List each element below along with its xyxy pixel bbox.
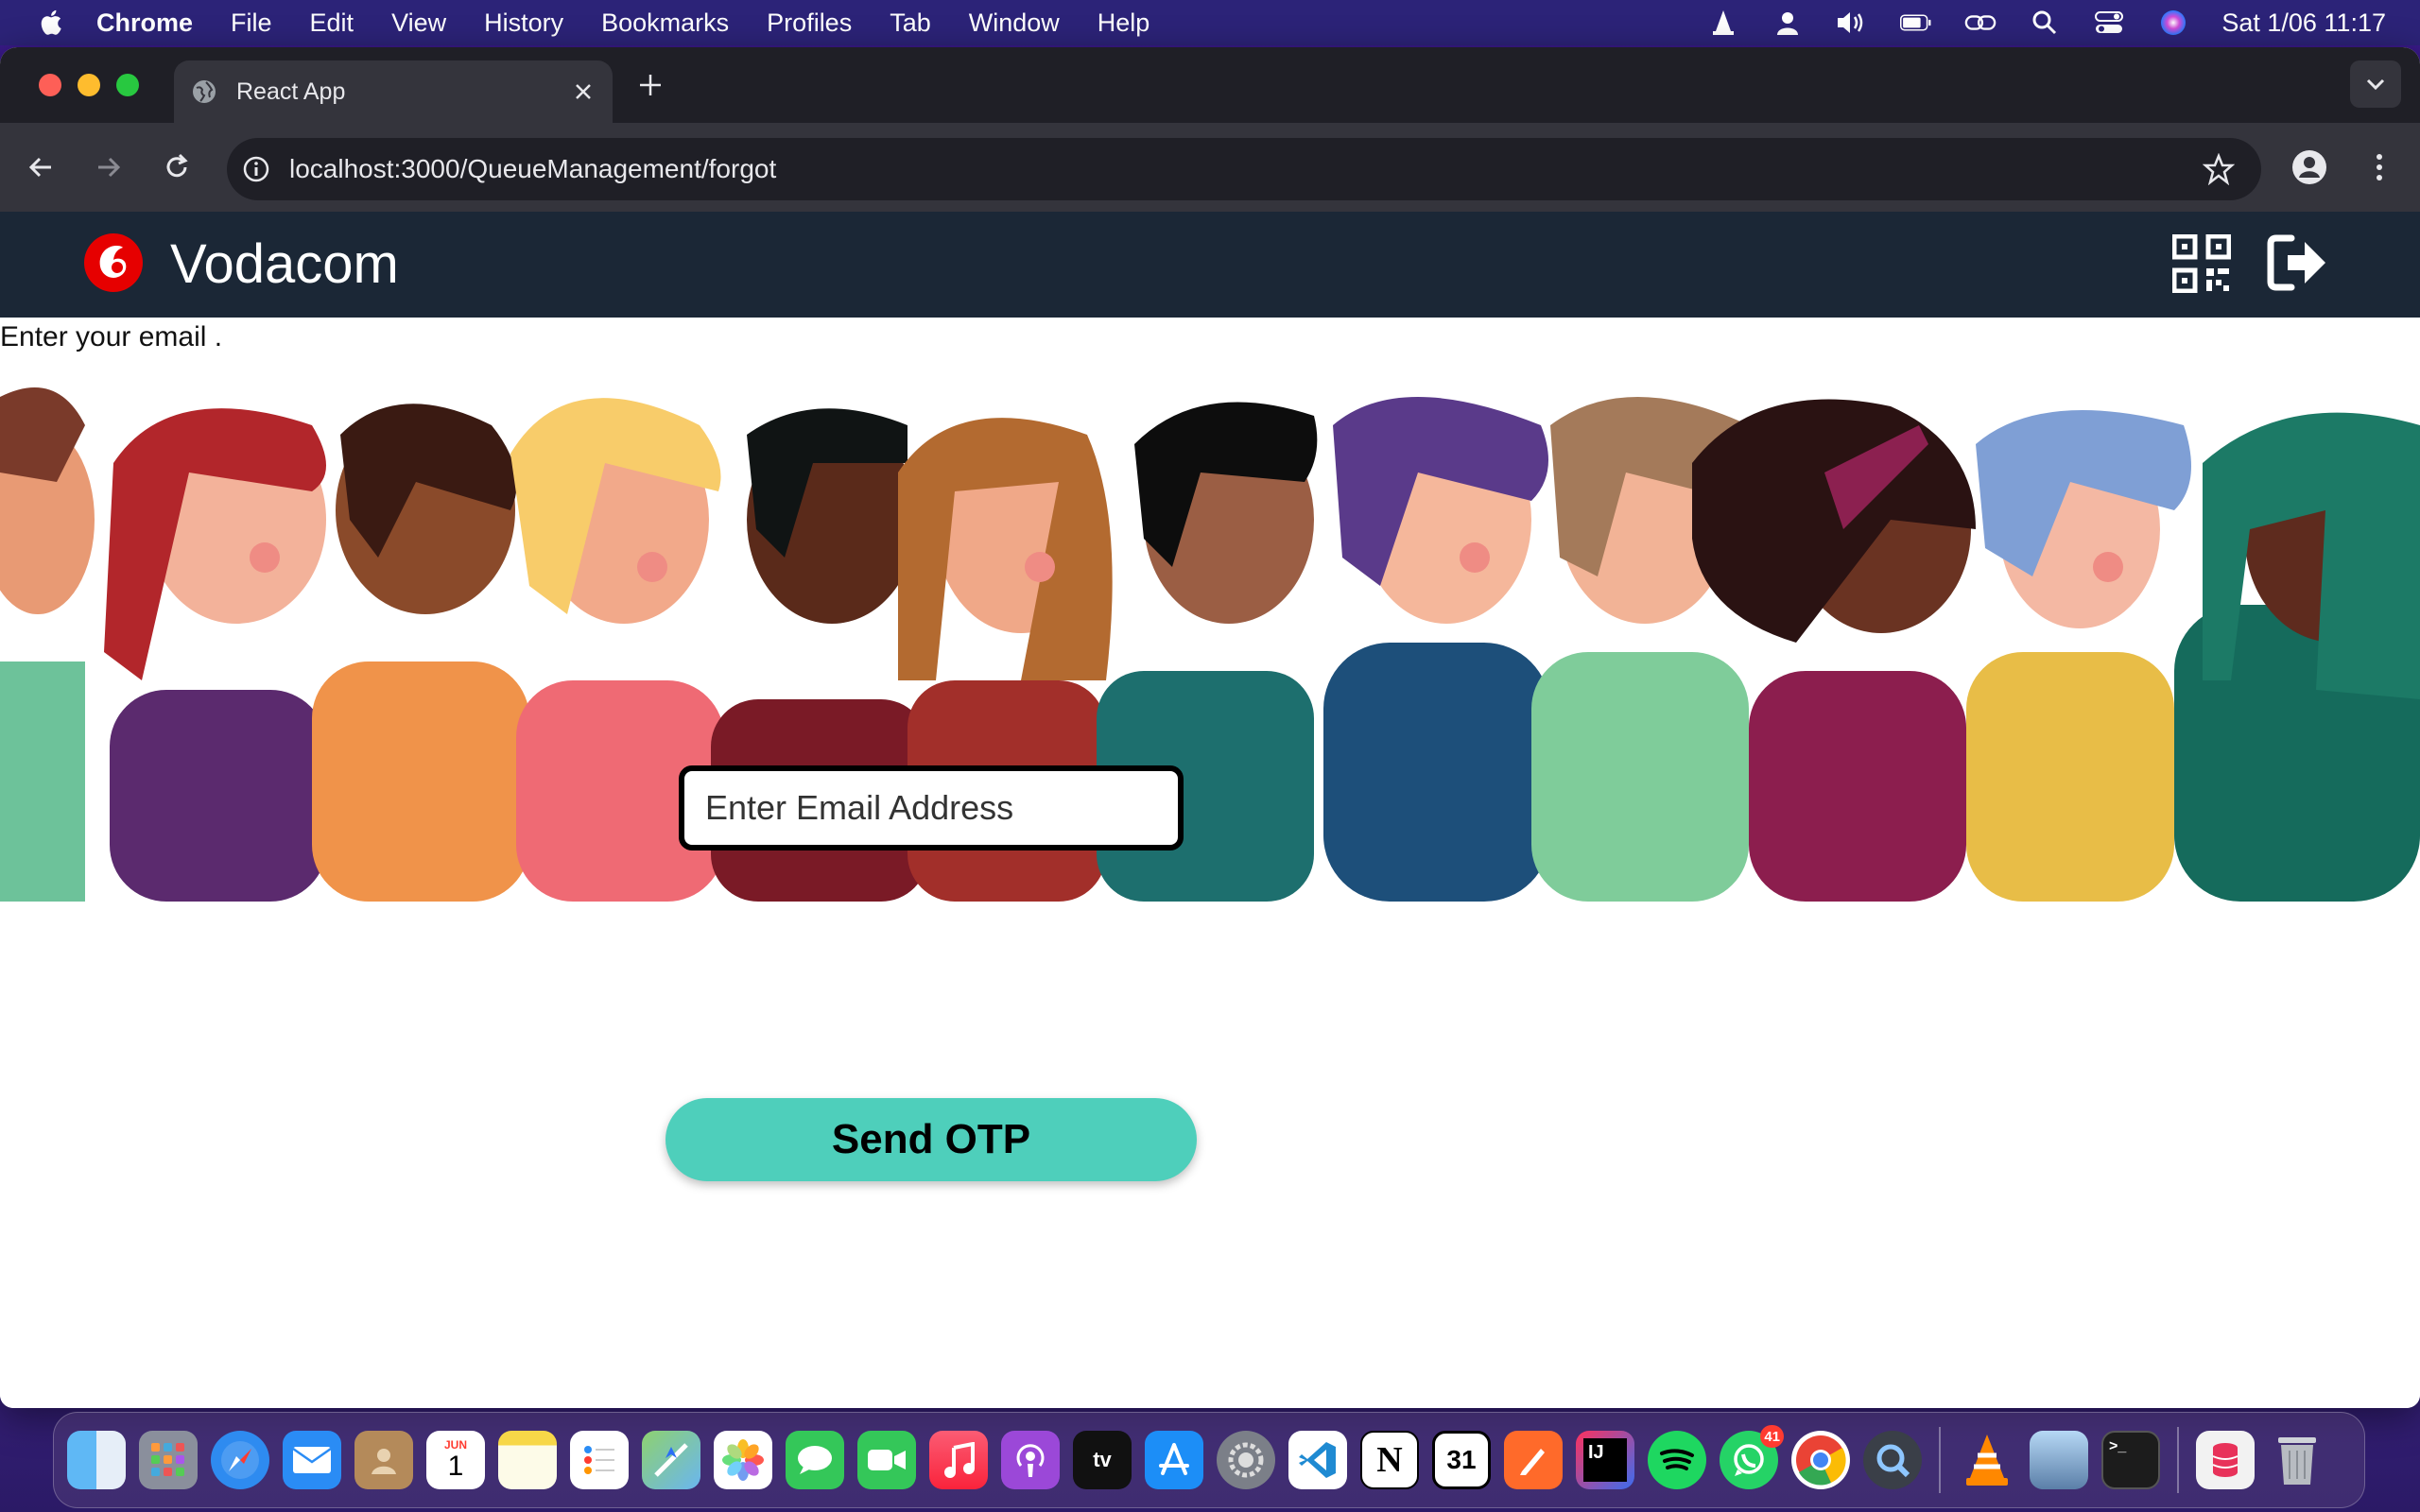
launchpad-icon[interactable] — [139, 1431, 198, 1489]
url-text[interactable]: localhost:3000/QueueManagement/forgot — [289, 154, 2203, 184]
draw-icon[interactable] — [1504, 1431, 1563, 1489]
notion-icon[interactable]: N — [1360, 1431, 1419, 1489]
podcasts-icon[interactable] — [1001, 1431, 1060, 1489]
siri-icon[interactable] — [2157, 9, 2189, 37]
menu-app-name[interactable]: Chrome — [96, 9, 193, 38]
vlc-status-icon[interactable] — [1707, 9, 1739, 37]
mail-icon[interactable] — [283, 1431, 341, 1489]
dock-separator — [2177, 1427, 2179, 1493]
music-icon[interactable] — [929, 1431, 988, 1489]
google-calendar-icon[interactable]: 31 — [1432, 1431, 1491, 1489]
browser-window: React App localhost:3000/QueueManagement… — [0, 47, 2420, 1408]
vlc-icon[interactable] — [1958, 1431, 2016, 1489]
user-status-icon[interactable] — [1772, 9, 1804, 37]
volume-icon[interactable] — [1836, 9, 1868, 37]
logout-icon[interactable] — [2265, 232, 2329, 293]
terminal-icon[interactable]: >_ — [2101, 1431, 2160, 1489]
menu-file[interactable]: File — [231, 9, 272, 38]
calendar-day: 1 — [447, 1451, 464, 1482]
calendar-icon[interactable]: JUN 1 — [426, 1431, 485, 1489]
brand-name: Vodacom — [170, 233, 399, 295]
notes-icon[interactable] — [498, 1431, 557, 1489]
globe-icon — [193, 80, 216, 103]
address-bar[interactable]: localhost:3000/QueueManagement/forgot — [227, 138, 2261, 200]
bookmark-star-icon[interactable] — [2203, 153, 2235, 185]
reload-icon[interactable] — [161, 151, 193, 183]
new-tab-icon[interactable] — [635, 70, 666, 100]
back-icon[interactable] — [25, 151, 57, 183]
messages-icon[interactable] — [786, 1431, 844, 1489]
menu-tab[interactable]: Tab — [890, 9, 931, 38]
site-info-icon[interactable] — [242, 155, 270, 183]
zoom-window-button[interactable] — [116, 74, 139, 96]
photos-icon[interactable] — [714, 1431, 772, 1489]
quicktime-icon[interactable] — [1863, 1431, 1922, 1489]
battery-icon[interactable] — [1900, 9, 1932, 37]
instruction-text: Enter your email . — [0, 321, 223, 352]
app-store-icon[interactable] — [1145, 1431, 1203, 1489]
menu-profiles[interactable]: Profiles — [767, 9, 852, 38]
close-tab-icon[interactable] — [573, 81, 594, 102]
more-options-icon[interactable] — [2361, 149, 2397, 185]
control-center-icon[interactable] — [2093, 9, 2125, 37]
app-header: Vodacom — [0, 212, 2420, 318]
vscode-icon[interactable] — [1288, 1431, 1347, 1489]
minimize-window-button[interactable] — [78, 74, 100, 96]
menu-bookmarks[interactable]: Bookmarks — [601, 9, 729, 38]
link-icon[interactable] — [1964, 9, 1996, 37]
close-window-button[interactable] — [39, 74, 61, 96]
page-content: Vodacom Enter your email . Enter Email A… — [0, 212, 2420, 1408]
chevron-down-icon — [2366, 78, 2385, 91]
calendar-month: JUN — [443, 1438, 467, 1452]
whatsapp-badge: 41 — [1760, 1425, 1784, 1448]
tab-search-button[interactable] — [2350, 60, 2401, 108]
browser-toolbar: localhost:3000/QueueManagement/forgot — [0, 123, 2420, 212]
qr-code-icon[interactable] — [2172, 234, 2231, 293]
menu-view[interactable]: View — [391, 9, 446, 38]
status-area: Sat 1/06 11:17 — [1675, 0, 2386, 45]
safari-icon[interactable] — [211, 1431, 269, 1489]
spotify-icon[interactable] — [1648, 1431, 1706, 1489]
tab-react-app[interactable]: React App — [174, 60, 613, 123]
people-illustration — [0, 369, 2420, 902]
dock-separator — [1939, 1427, 1941, 1493]
preview-icon[interactable] — [2030, 1431, 2088, 1489]
tab-strip: React App — [0, 47, 2420, 123]
chrome-icon[interactable] — [1791, 1431, 1850, 1489]
menu-window[interactable]: Window — [969, 9, 1060, 38]
dock: JUN 1 tv N 31 IJ 41 >_ — [53, 1412, 2365, 1508]
maps-icon[interactable] — [642, 1431, 700, 1489]
vodacom-logo-icon[interactable] — [83, 232, 144, 293]
forward-icon[interactable] — [93, 151, 125, 183]
whatsapp-icon[interactable]: 41 — [1720, 1425, 1784, 1489]
profile-icon[interactable] — [2291, 149, 2327, 185]
send-otp-button[interactable]: Send OTP — [666, 1098, 1197, 1181]
reminders-icon[interactable] — [570, 1431, 629, 1489]
intellij-icon[interactable]: IJ — [1576, 1431, 1634, 1489]
finder-icon[interactable] — [67, 1431, 126, 1489]
search-icon[interactable] — [2029, 9, 2061, 37]
menu-history[interactable]: History — [484, 9, 563, 38]
menu-help[interactable]: Help — [1098, 9, 1150, 38]
tab-title: React App — [236, 77, 346, 105]
menu-edit[interactable]: Edit — [310, 9, 354, 38]
menu-clock[interactable]: Sat 1/06 11:17 — [2221, 9, 2386, 38]
trash-icon[interactable] — [2268, 1431, 2326, 1489]
menu-bar: Chrome File Edit View History Bookmarks … — [0, 0, 2420, 45]
apple-icon[interactable] — [36, 7, 68, 39]
contacts-icon[interactable] — [354, 1431, 413, 1489]
system-settings-icon[interactable] — [1217, 1431, 1275, 1489]
email-input[interactable] — [679, 765, 1184, 850]
database-icon[interactable] — [2196, 1431, 2255, 1489]
apple-tv-icon[interactable]: tv — [1073, 1431, 1132, 1489]
facetime-icon[interactable] — [857, 1431, 916, 1489]
